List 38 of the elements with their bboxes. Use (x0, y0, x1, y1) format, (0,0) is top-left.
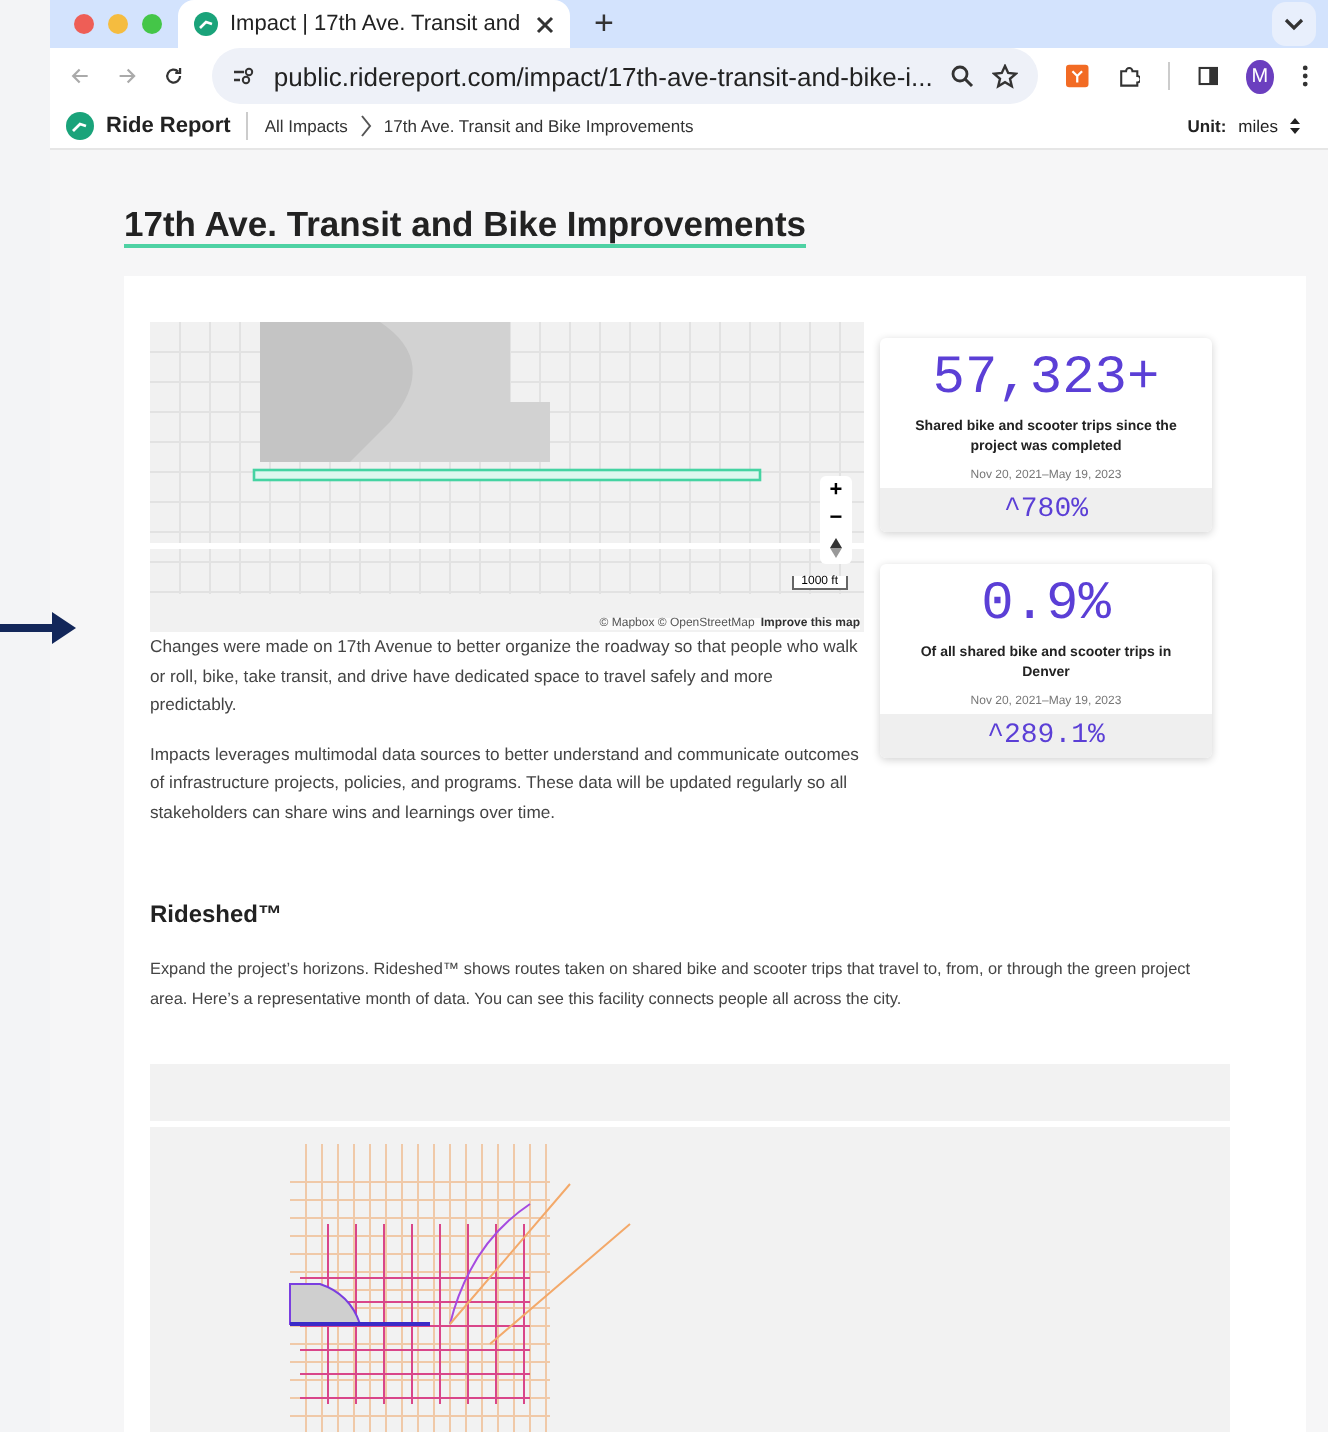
close-icon[interactable] (536, 15, 554, 33)
puzzle-icon[interactable] (1117, 62, 1140, 90)
logo-text[interactable]: Ride Report (106, 114, 231, 138)
description-paragraph: Changes were made on 17th Avenue to better organize the roadway so that people who walk or roll, bike, take transit, and drive have dedicated space to travel safely and more predictably. (150, 634, 860, 718)
site-settings-icon[interactable] (231, 66, 256, 86)
stat-value: 0.9% (981, 576, 1111, 636)
breadcrumb-link[interactable]: All Impacts (264, 116, 348, 136)
stat-change: ^289.1% (880, 714, 1212, 758)
compass-icon[interactable] (830, 538, 842, 558)
logo-icon (66, 112, 94, 140)
more-menu-icon[interactable] (1301, 62, 1308, 90)
search-icon[interactable] (950, 64, 975, 88)
address-bar[interactable]: public.ridereport.com/impact/17th-ave-transit-and-bike-i... (211, 48, 1039, 104)
side-panel-icon[interactable] (1197, 64, 1219, 88)
zoom-out-button[interactable]: − (820, 504, 852, 532)
breadcrumb-current: 17th Ave. Transit and Bike Improvements (383, 116, 694, 136)
unit-label: Unit: (1187, 116, 1227, 136)
url-text: public.ridereport.com/impact/17th-ave-transit-and-bike-i... (273, 61, 933, 91)
description-paragraph: Impacts leverages multimodal data sources to better understand and communicate outcomes of infrastructure projects, policies, and programs. These data will be updated regularly so all stakeholders can share wins and learnings over time. (150, 741, 861, 826)
chevron-down-icon[interactable] (1272, 2, 1316, 46)
unit-select[interactable]: miles (1238, 116, 1278, 136)
arrow-icon (0, 608, 80, 648)
reload-icon[interactable] (164, 64, 184, 88)
window-controls-icon[interactable] (74, 14, 162, 34)
section-heading: Rideshed™ (150, 900, 285, 928)
profile-avatar[interactable]: M (1246, 59, 1274, 93)
section-description: Expand the project’s horizons. Rideshed™ shows routes taken on shared bike and scooter trips that travel to, from, or through the green project area. Here’s a representative month of data. You can see this facility connects people all across the city. (150, 958, 1193, 1012)
browser-tab[interactable]: Impact | 17th Ave. Transit and (178, 0, 570, 48)
page-title: 17th Ave. Transit and Bike Improvements (124, 204, 807, 248)
zoom-in-button[interactable]: + (820, 476, 852, 504)
new-tab-button[interactable]: + (586, 4, 622, 44)
star-icon[interactable] (992, 63, 1019, 89)
favicon-icon (194, 12, 218, 36)
chevron-right-icon (359, 114, 372, 138)
sort-arrows-icon[interactable] (1290, 118, 1300, 134)
stat-change: ^780% (880, 488, 1212, 532)
extension-icon[interactable] (1066, 62, 1090, 90)
stat-value: 57,323+ (932, 350, 1160, 410)
